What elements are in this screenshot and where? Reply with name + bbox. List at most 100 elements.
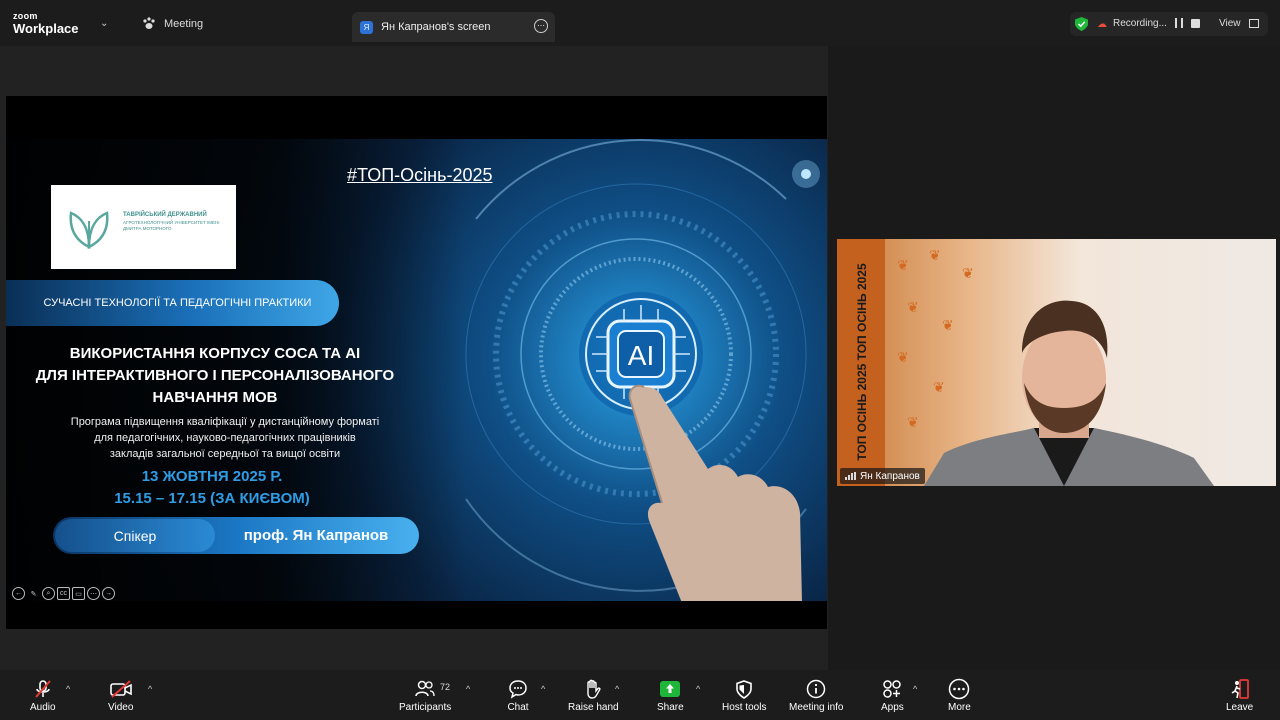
leaf-decoration-icon: ❦ <box>897 257 909 273</box>
meeting-info-button[interactable]: Meeting info <box>789 678 843 718</box>
video-options-caret[interactable]: ^ <box>148 684 152 694</box>
slide-tools: ← ✎ ⌕ cc ▭ ⋯ → <box>12 587 115 600</box>
subtitle-line-1: Програма підвищення кваліфікації у диста… <box>70 416 380 428</box>
prev-slide-icon[interactable]: ← <box>12 587 25 600</box>
participants-options-caret[interactable]: ^ <box>466 684 470 694</box>
apps-options-caret[interactable]: ^ <box>913 684 917 694</box>
hand-icon <box>582 678 604 700</box>
exit-door-icon <box>1229 678 1251 700</box>
next-slide-icon[interactable]: → <box>102 587 115 600</box>
subtitle-line-3: закладів загальної середньої та вищої ос… <box>109 448 341 460</box>
share-button[interactable]: Share <box>657 678 684 718</box>
meeting-toolbar: Audio ^ Video ^ Participants 72 ^ Chat ^… <box>0 670 1280 720</box>
section-pill: СУЧАСНІ ТЕХНОЛОГІЇ ТА ПЕДАГОГІЧНІ ПРАКТИ… <box>6 280 339 326</box>
speaker-name: проф. Ян Капранов <box>243 527 389 544</box>
screen-share-tab[interactable]: Я Ян Капранов's screen ⋯ <box>352 12 555 42</box>
camera-icon[interactable]: ▭ <box>72 587 85 600</box>
autumn-banner: ТОП ОСІНЬ 2025 ТОП ОСІНЬ 2025 <box>837 239 885 486</box>
subtitle-line-2: для педагогічних, науково-педагогічних п… <box>94 432 356 444</box>
host-tools-label: Host tools <box>722 702 767 713</box>
raise-hand-label: Raise hand <box>568 702 619 713</box>
muted-mic-icon <box>32 678 54 700</box>
date-line-1: 13 ЖОВТНЯ 2025 Р. <box>141 468 283 485</box>
participant-name: Ян Капранов <box>860 470 920 482</box>
leaf-decoration-icon: ❦ <box>897 349 909 365</box>
apps-button[interactable]: Apps <box>881 678 904 718</box>
info-icon <box>805 678 827 700</box>
apps-label: Apps <box>881 702 904 713</box>
participants-count: 72 <box>440 682 451 692</box>
video-label: Video <box>108 702 134 713</box>
pause-recording-button[interactable] <box>1175 18 1183 28</box>
recording-label: Recording... <box>1113 18 1167 29</box>
chat-options-caret[interactable]: ^ <box>541 684 545 694</box>
university-name-sub: АГРОТЕХНОЛОГІЧНИЙ УНІВЕРСИТЕТ ІМЕНІ ДМИТ… <box>123 219 220 231</box>
slide-background: AI #ТОП-Осінь-2025 ТАВРІЙСЬКИЙ ДЕРЖАВНИЙ… <box>6 139 827 601</box>
stop-recording-button[interactable] <box>1191 19 1200 28</box>
share-label: Share <box>657 702 684 713</box>
audio-button[interactable]: Audio <box>30 678 56 718</box>
more-dots-icon <box>948 678 970 700</box>
university-logo: ТАВРІЙСЬКИЙ ДЕРЖАВНИЙ АГРОТЕХНОЛОГІЧНИЙ … <box>51 185 236 269</box>
shield-icon <box>733 678 755 700</box>
more-icon[interactable]: ⋯ <box>87 587 100 600</box>
paw-icon <box>143 17 155 29</box>
chat-button[interactable]: Chat <box>507 678 529 718</box>
chevron-down-icon[interactable]: ⌄ <box>100 18 108 29</box>
meeting-tab-label: Meeting <box>164 17 204 30</box>
university-name-main: ТАВРІЙСЬКИЙ ДЕРЖАВНИЙ <box>123 212 207 218</box>
speaker-label: Спікер <box>55 519 215 552</box>
pointing-finger-graphic <box>628 384 802 601</box>
zoom-icon[interactable]: ⌕ <box>42 587 55 600</box>
reactions-options-caret[interactable]: ^ <box>615 684 619 694</box>
more-options-icon[interactable]: ⋯ <box>534 19 548 33</box>
pen-icon[interactable]: ✎ <box>27 587 40 600</box>
leave-label: Leave <box>1226 702 1254 713</box>
zoom-workplace-logo[interactable]: zoom Workplace <box>13 11 79 36</box>
hashtag-text: #ТОП-Осінь-2025 <box>347 165 493 185</box>
audio-options-caret[interactable]: ^ <box>66 684 70 694</box>
date-line-2: 15.15 – 17.15 (ЗА КИЄВОМ) <box>114 490 310 507</box>
raise-hand-button[interactable]: Raise hand <box>568 678 619 718</box>
video-button[interactable]: Video <box>108 678 133 718</box>
slide-title: ВИКОРИСТАННЯ КОРПУСУ COCA ТА AI ДЛЯ ІНТЕ… <box>6 343 424 409</box>
leave-button[interactable]: Leave <box>1226 678 1253 718</box>
meeting-info-label: Meeting info <box>789 702 844 713</box>
more-button[interactable]: More <box>948 678 971 718</box>
recording-status: ☁ Recording... View <box>1070 12 1268 36</box>
participant-name-badge: Ян Капранов <box>840 468 925 484</box>
view-button[interactable]: View <box>1219 18 1241 29</box>
share-options-caret[interactable]: ^ <box>696 684 700 694</box>
event-date: 13 ЖОВТНЯ 2025 Р. 15.15 – 17.15 (ЗА КИЄВ… <box>6 466 418 510</box>
university-name: ТАВРІЙСЬКИЙ ДЕРЖАВНИЙ АГРОТЕХНОЛОГІЧНИЙ … <box>123 212 228 231</box>
logo-zoom-text: zoom <box>13 11 38 21</box>
section-label: СУЧАСНІ ТЕХНОЛОГІЇ ТА ПЕДАГОГІЧНІ ПРАКТИ… <box>43 297 312 309</box>
ai-chip-text: AI <box>628 340 654 371</box>
participants-label: Participants <box>399 702 452 713</box>
chat-icon <box>507 678 529 700</box>
slide-subtitle: Програма підвищення кваліфікації у диста… <box>16 414 434 462</box>
participants-icon <box>414 678 436 700</box>
signal-strength-icon <box>845 472 856 480</box>
view-layout-icon[interactable] <box>1249 19 1259 28</box>
title-line-1: ВИКОРИСТАННЯ КОРПУСУ COCA ТА AI <box>69 345 361 362</box>
leaf-decoration-icon: ❦ <box>962 265 974 281</box>
speaker-person <box>924 300 1214 486</box>
screen-share-label: Ян Капранов's screen <box>381 21 491 33</box>
leaf-decoration-icon: ❦ <box>929 247 941 263</box>
meeting-tab[interactable]: Meeting <box>142 17 203 30</box>
participant-video[interactable]: ТОП ОСІНЬ 2025 ТОП ОСІНЬ 2025 ❦ ❦ ❦ ❦ ❦ … <box>837 239 1276 486</box>
logo-workplace-text: Workplace <box>13 21 79 36</box>
captions-icon[interactable]: cc <box>57 587 70 600</box>
banner-text: ТОП ОСІНЬ 2025 ТОП ОСІНЬ 2025 <box>855 263 869 461</box>
shield-check-icon[interactable] <box>1075 17 1088 31</box>
more-label: More <box>948 702 971 713</box>
title-line-2: ДЛЯ ІНТЕРАКТИВНОГО І ПЕРСОНАЛІЗОВАНОГО <box>35 367 395 384</box>
chat-label: Chat <box>507 702 529 713</box>
share-screen-icon <box>659 678 681 700</box>
host-tools-button[interactable]: Host tools <box>722 678 766 718</box>
share-avatar: Я <box>360 20 373 34</box>
audio-label: Audio <box>30 702 56 713</box>
apps-icon <box>881 678 903 700</box>
leaf-logo-icon <box>69 211 109 249</box>
